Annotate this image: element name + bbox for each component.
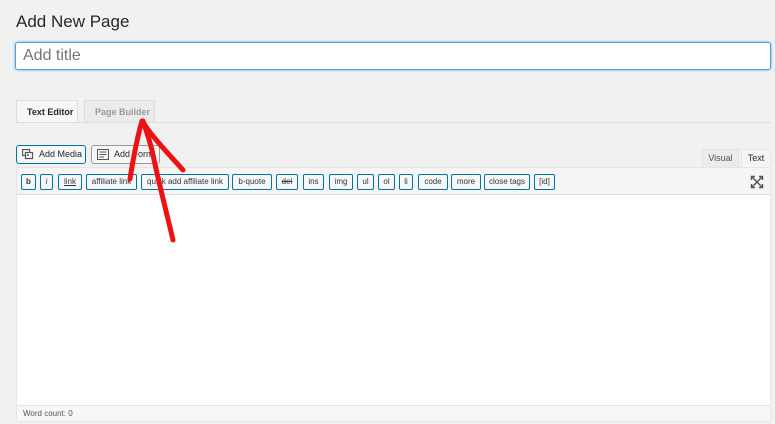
fullscreen-icon[interactable] xyxy=(750,175,764,189)
qt-more-button[interactable]: more xyxy=(451,174,481,190)
add-form-button[interactable]: Add Form xyxy=(91,145,160,164)
tab-page-builder[interactable]: Page Builder xyxy=(84,100,155,123)
qt-code-button[interactable]: code xyxy=(418,174,448,190)
qt-id-button[interactable]: [id] xyxy=(534,174,555,190)
quicktags-toolbar: b i link affiliate link quick add affili… xyxy=(17,168,770,195)
qt-bold-button[interactable]: b xyxy=(21,174,36,190)
qt-ul-button[interactable]: ul xyxy=(357,174,374,190)
qt-del-button[interactable]: del xyxy=(276,174,298,190)
tab-text[interactable]: Text xyxy=(741,149,771,167)
add-media-label: Add Media xyxy=(39,149,83,159)
form-icon xyxy=(97,149,109,160)
qt-bquote-button[interactable]: b-quote xyxy=(232,174,272,190)
qt-ins-button[interactable]: ins xyxy=(303,174,324,190)
editor-container: b i link affiliate link quick add affili… xyxy=(16,167,771,422)
qt-close-tags-button[interactable]: close tags xyxy=(484,174,530,190)
tab-text-editor[interactable]: Text Editor xyxy=(16,100,78,123)
add-form-label: Add Form xyxy=(114,149,154,159)
qt-link-button[interactable]: link xyxy=(58,174,82,190)
page-title: Add New Page xyxy=(16,12,130,31)
add-media-button[interactable]: Add Media xyxy=(16,145,86,164)
media-icon xyxy=(22,149,34,160)
content-textarea[interactable] xyxy=(17,195,770,405)
qt-img-button[interactable]: img xyxy=(329,174,353,190)
tabs-divider xyxy=(16,122,771,123)
qt-li-button[interactable]: li xyxy=(399,174,413,190)
qt-affiliate-link-button[interactable]: affiliate link xyxy=(86,174,137,190)
qt-quick-add-affiliate-link-button[interactable]: quick add affiliate link xyxy=(141,174,229,190)
tab-visual[interactable]: Visual xyxy=(702,149,739,167)
qt-ol-button[interactable]: ol xyxy=(378,174,395,190)
qt-italic-button[interactable]: i xyxy=(40,174,53,190)
title-input[interactable] xyxy=(15,42,771,70)
word-count: Word count: 0 xyxy=(17,405,770,421)
